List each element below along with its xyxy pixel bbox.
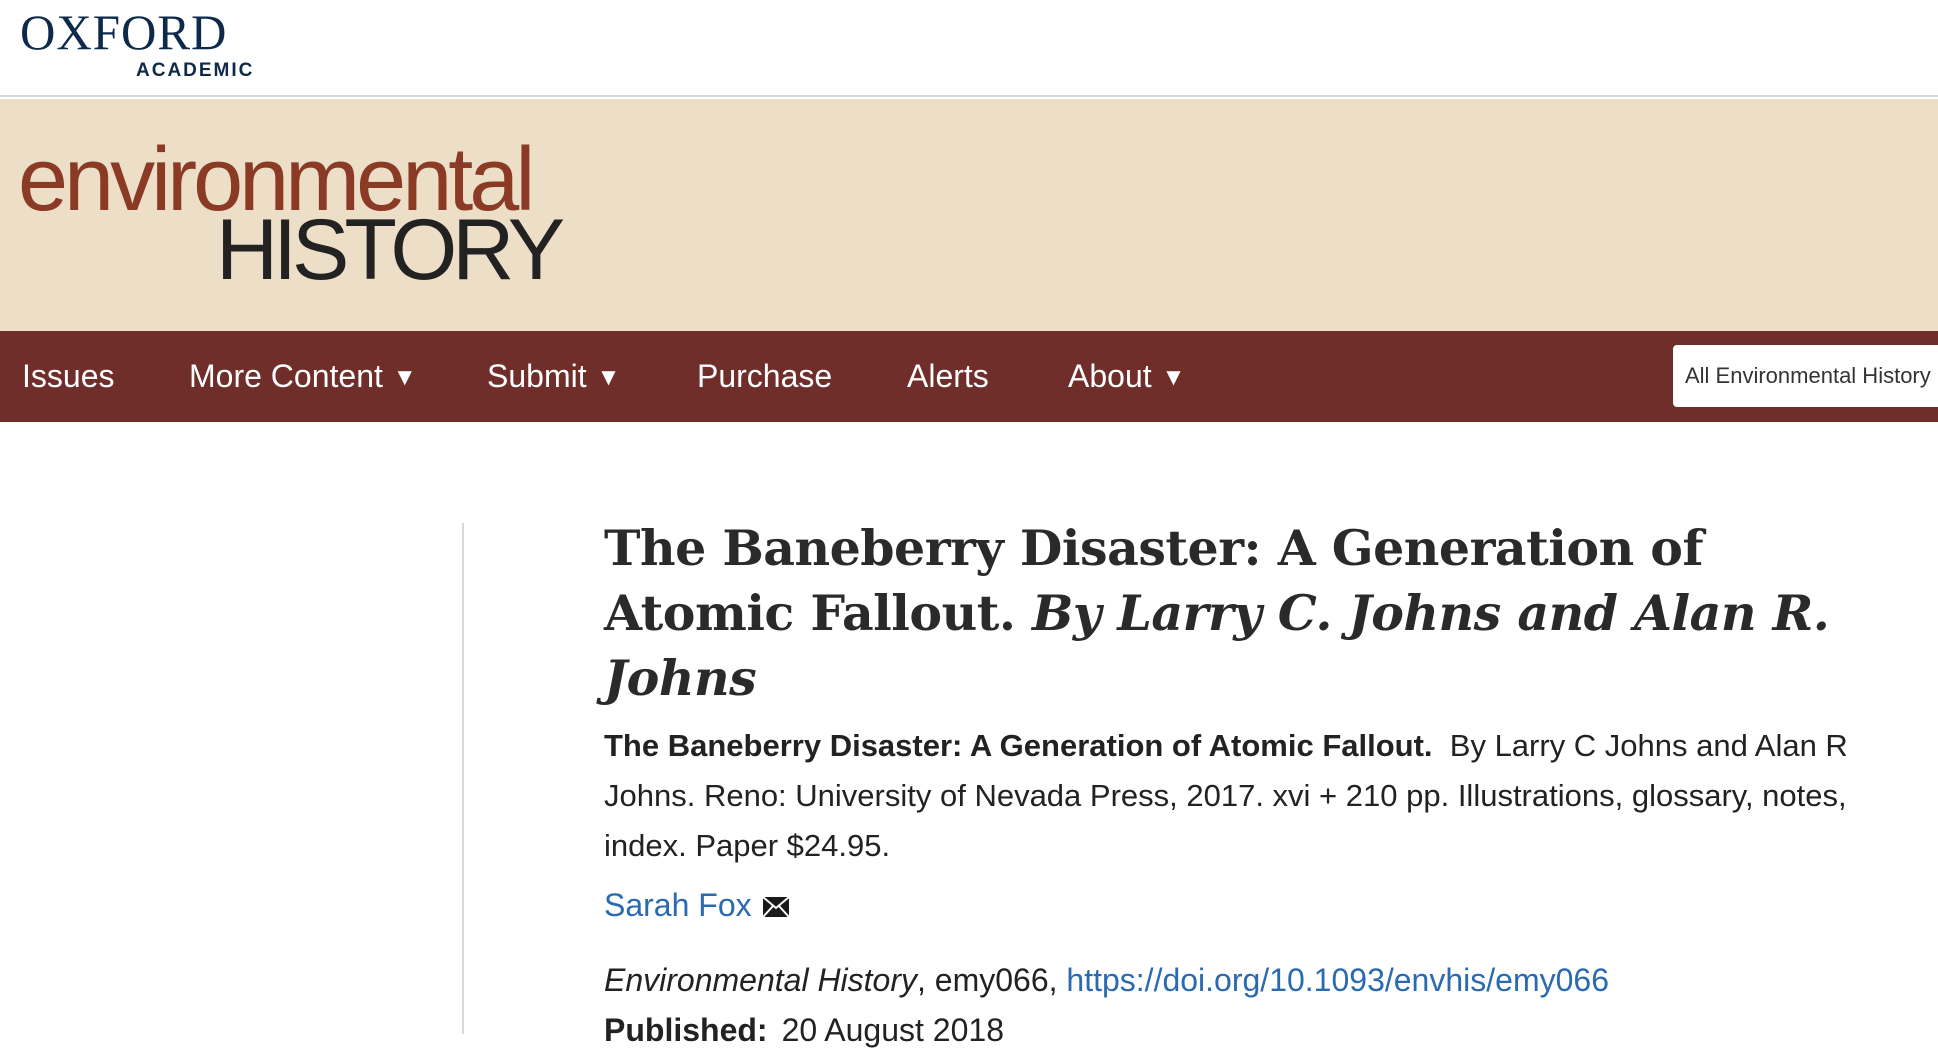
search-scope-select[interactable]: All Environmental History	[1673, 345, 1938, 407]
article-header: The Baneberry Disaster: A Generation of …	[604, 516, 1904, 1055]
site-header: OXFORD ACADEMIC	[0, 0, 1938, 97]
journal-citation-line: Environmental History, emy066, https://d…	[604, 955, 1904, 1005]
oxford-logo-sub: ACADEMIC	[136, 60, 255, 81]
nav-item-label: Purchase	[697, 358, 833, 394]
nav-item-issues[interactable]: Issues	[22, 331, 114, 422]
author-row: Sarah Fox	[604, 881, 1904, 929]
nav-item-more-content[interactable]: More Content ▼	[189, 331, 417, 422]
published-line: Published: 20 August 2018	[604, 1005, 1904, 1055]
oxford-academic-logo[interactable]: OXFORD ACADEMIC	[20, 4, 260, 81]
nav-item-label: Issues	[22, 358, 115, 394]
nav-item-label: About	[1068, 358, 1152, 394]
nav-item-purchase[interactable]: Purchase	[697, 331, 832, 422]
book-title: The Baneberry Disaster: A Generation of …	[604, 728, 1433, 763]
journal-logo[interactable]: environmental HISTORY	[18, 135, 565, 295]
article-id: , emy066,	[917, 962, 1067, 998]
nav-item-about[interactable]: About ▼	[1068, 331, 1185, 422]
main-nav: Issues More Content ▼ Submit ▼ Purchase Al…	[0, 331, 1938, 422]
author-link[interactable]: Sarah Fox	[604, 887, 752, 923]
caret-down-icon: ▼	[596, 364, 621, 391]
journal-name: Environmental History	[604, 962, 917, 998]
published-date: 20 August 2018	[781, 1012, 1004, 1048]
book-citation: The Baneberry Disaster: A Generation of …	[604, 721, 1864, 871]
published-label: Published:	[604, 1012, 768, 1048]
sidebar-divider	[462, 523, 464, 1034]
journal-logo-line-2: HISTORY	[216, 202, 565, 298]
caret-down-icon: ▼	[392, 364, 417, 391]
doi-link[interactable]: https://doi.org/10.1093/envhis/emy066	[1066, 962, 1609, 998]
nav-item-submit[interactable]: Submit ▼	[487, 331, 620, 422]
nav-item-label: Alerts	[907, 358, 989, 394]
oxford-logo-word: OXFORD	[20, 4, 228, 60]
nav-item-alerts[interactable]: Alerts	[907, 331, 989, 422]
envelope-icon[interactable]	[761, 883, 790, 918]
nav-item-label: More Content	[189, 358, 383, 394]
nav-item-label: Submit	[487, 358, 587, 394]
caret-down-icon: ▼	[1161, 364, 1186, 391]
journal-banner: environmental HISTORY	[0, 99, 1938, 331]
article-title: The Baneberry Disaster: A Generation of …	[604, 516, 1904, 711]
